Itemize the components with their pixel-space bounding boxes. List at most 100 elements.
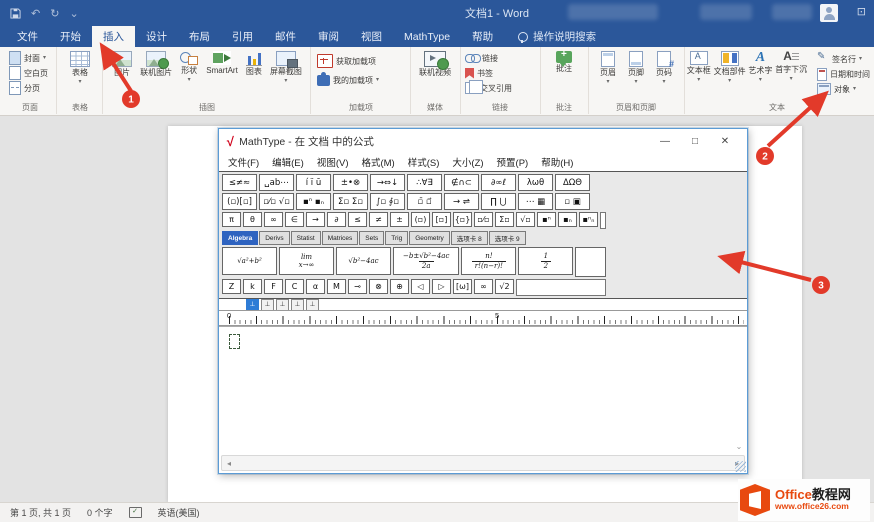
link-button[interactable]: 链接 [465,51,540,65]
picture-button[interactable]: 图片 [112,51,132,77]
quick-symbol-infinity[interactable]: ∞ [264,212,283,227]
symbol-palette-sets[interactable]: ∉∩⊂ [444,174,479,191]
small-symbol-C[interactable]: C [285,279,304,294]
tab-insert[interactable]: 插入 [92,26,135,47]
small-symbol-oplus[interactable]: ⊕ [390,279,409,294]
symbol-palette-misc[interactable]: ∂∞ℓ [481,174,516,191]
date-time-button[interactable]: 日期和时间 [817,67,870,81]
footer-button[interactable]: 页脚 ▾ [628,51,644,85]
quick-template-radical[interactable]: √▫ [516,212,535,227]
mathtype-titlebar[interactable]: √ MathType - 在 文档 中的公式 — □ ✕ [219,129,747,153]
undo-icon[interactable]: ↶ [31,7,40,20]
mathtype-ruler[interactable]: 0 5 [219,310,747,326]
page-indicator[interactable]: 第 1 页, 共 1 页 [10,506,71,519]
wordart-button[interactable]: A 艺术字 ▾ [748,51,772,83]
template-palette-matrices[interactable]: ⋯ ▦ [518,193,553,210]
tabstop-center-button[interactable]: ⊥ [261,299,274,311]
tabstop-decimal-button[interactable]: ⊥ [291,299,304,311]
small-symbol-Z[interactable]: Z [222,279,241,294]
tabstop-left-button[interactable]: ⊥ [246,299,259,311]
signature-line-button[interactable]: 签名行 ▾ [817,52,870,66]
tab-layout[interactable]: 布局 [178,26,221,47]
expression-discriminant[interactable]: √b²−4ac [336,247,391,275]
palette-tab-statist[interactable]: Statist [291,231,321,245]
tab-file[interactable]: 文件 [6,26,49,47]
tabstop-right-button[interactable]: ⊥ [276,299,289,311]
quick-template-parens[interactable]: (▫) [411,212,430,227]
menu-size[interactable]: 大小(Z) [452,155,483,169]
tab-mathtype[interactable]: MathType [393,26,461,47]
quick-symbol-neq[interactable]: ≠ [369,212,388,227]
page-break-button[interactable]: 分页 [9,81,56,95]
bookmark-button[interactable]: 书签 [465,66,540,80]
palette-tab-trig[interactable]: Trig [385,231,408,245]
my-addins-button[interactable]: 我的加载项 ▾ [317,73,410,87]
symbol-palette-relations[interactable]: ≤≠≈ [222,174,257,191]
template-palette-bars[interactable]: ▫̄ ▫⃗ [407,193,442,210]
scroll-down-icon[interactable]: ⌄ [733,441,745,453]
menu-edit[interactable]: 编辑(E) [272,155,304,169]
expression-quadratic-formula[interactable]: −b±√b²−4ac 2a [393,247,459,275]
object-button[interactable]: 对象 ▾ [817,82,870,96]
comment-button[interactable]: 批注 [556,51,572,73]
template-palette-fences[interactable]: (▫)[▫] [222,193,257,210]
maximize-icon[interactable]: □ [680,136,710,147]
smartart-button[interactable]: SmartArt [206,51,238,75]
quick-symbol-element[interactable]: ∈ [285,212,304,227]
textbox-button[interactable]: 文本框 ▾ [687,51,711,83]
symbol-palette-arrows[interactable]: →⇔↓ [370,174,405,191]
quick-symbol-theta[interactable]: θ [243,212,262,227]
symbol-palette-spaces[interactable]: ␣ab⋯ [259,174,294,191]
expression-limit[interactable]: lim x→∞ [279,247,334,275]
small-symbol-otimes[interactable]: ⊗ [369,279,388,294]
online-pictures-button[interactable]: 联机图片 [140,51,172,77]
small-symbol-alpha[interactable]: α [306,279,325,294]
menu-format[interactable]: 格式(M) [361,155,394,169]
template-palette-integrals[interactable]: ∫▫ ∮▫ [370,193,405,210]
symbol-palette-greek-upper[interactable]: ΔΩΘ [555,174,590,191]
quick-parts-button[interactable]: 文档部件 ▾ [714,51,746,84]
drop-cap-button[interactable]: 首字下沉 ▾ [775,51,807,82]
menu-file[interactable]: 文件(F) [228,155,259,169]
equation-editing-area[interactable]: ⌄ [219,326,747,455]
scroll-left-icon[interactable]: ◂ [222,456,236,470]
template-palette-boxes[interactable]: ▫ ▣ [555,193,590,210]
cover-page-button[interactable]: 封面 ▾ [9,51,56,65]
symbol-palette-operators[interactable]: ±•⊗ [333,174,368,191]
menu-help[interactable]: 帮助(H) [541,155,573,169]
palette-tab-sets[interactable]: Sets [359,231,384,245]
quick-template-sum[interactable]: Σ▫ [495,212,514,227]
template-palette-sums[interactable]: Σ▫ Σ▫ [333,193,368,210]
save-icon[interactable] [10,8,21,19]
symbol-palette-logic[interactable]: ∴∀∃ [407,174,442,191]
quick-symbol-plusminus[interactable]: ± [390,212,409,227]
close-icon[interactable]: ✕ [710,136,740,147]
redo-icon[interactable]: ↻ [50,7,59,20]
tab-design[interactable]: 设计 [135,26,178,47]
shapes-button[interactable]: 形状 ▾ [180,51,198,83]
language-indicator[interactable]: 英语(美国) [158,506,200,519]
small-symbol-multimap[interactable]: ⊸ [348,279,367,294]
quick-template-brackets[interactable]: [▫] [432,212,451,227]
table-button[interactable]: 表格 ▾ [70,51,90,85]
tab-help[interactable]: 帮助 [461,26,504,47]
scrollbar-track[interactable] [236,456,730,470]
cross-reference-button[interactable]: 交叉引用 [465,81,540,95]
tab-mailings[interactable]: 邮件 [264,26,307,47]
qat-customize-icon[interactable]: ⌄ [69,7,78,20]
quick-template-fraction[interactable]: ▫⁄▫ [474,212,493,227]
palette-tab-matrices[interactable]: Matrices [322,231,359,245]
palette-tab-geometry[interactable]: Geometry [409,231,450,245]
menu-style[interactable]: 样式(S) [408,155,440,169]
minimize-icon[interactable]: — [650,136,680,147]
palette-tab-8[interactable]: 选项卡 8 [451,231,488,245]
quick-symbol-partial[interactable]: ∂ [327,212,346,227]
small-symbol-triangle-left[interactable]: ◁ [411,279,430,294]
tabstop-bar-button[interactable]: ⊥ [306,299,319,311]
template-palette-fractions-radicals[interactable]: ▫⁄▫ √▫ [259,193,294,210]
quick-template-superscript[interactable]: ▪ⁿ [537,212,556,227]
small-symbol-triangle-right[interactable]: ▷ [432,279,451,294]
tab-view[interactable]: 视图 [350,26,393,47]
page-number-button[interactable]: 页码 ▾ [656,51,672,85]
template-palette-labeled-arrows[interactable]: → ⇌ [444,193,479,210]
